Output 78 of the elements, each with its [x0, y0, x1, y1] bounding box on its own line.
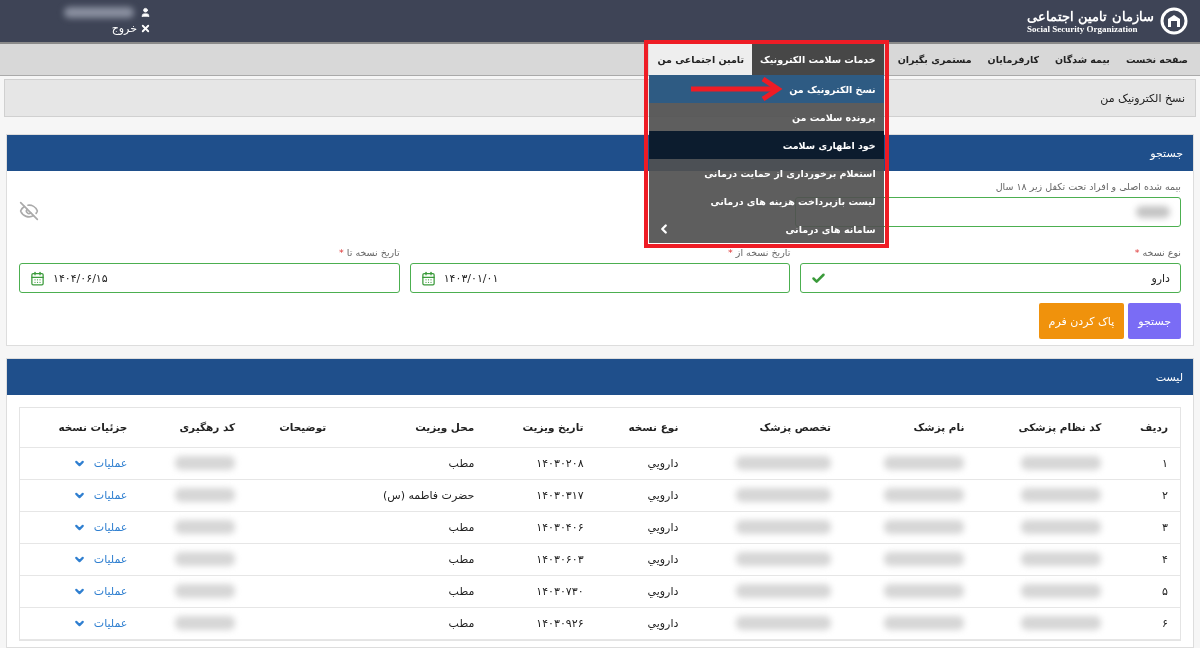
field-label: تاریخ نسخه تا — [346, 247, 400, 258]
table-cell: مطب — [338, 543, 487, 575]
table-cell: ۱۴۰۳۰۳۱۷ — [486, 479, 596, 511]
nav-tab[interactable]: صفحه نخست — [1117, 44, 1196, 75]
operations-link[interactable]: عملیات — [72, 488, 128, 502]
close-icon — [140, 23, 151, 34]
column-header: کد رهگیری — [139, 408, 248, 447]
redacted-mark — [1136, 206, 1170, 218]
table-cell: ۱۴۰۳۰۹۲۶ — [486, 607, 596, 639]
nav-tab[interactable]: کارفرمایان — [979, 44, 1047, 75]
select-field[interactable]: دارو — [800, 263, 1181, 293]
table-cell: ۲ — [1113, 479, 1180, 511]
menu-item[interactable]: لیست بازپرداخت هزینه های درمانی — [649, 187, 884, 215]
field-label: نوع نسخه — [1142, 247, 1181, 258]
required-mark: * — [339, 247, 344, 258]
operations-link[interactable]: عملیات — [72, 456, 128, 470]
table-cell: ۱۴۰۳۰۲۰۸ — [486, 447, 596, 479]
field-label: تاریخ نسخه از — [735, 247, 791, 258]
table-cell: دارويي — [595, 543, 691, 575]
column-header: تاریخ ویزیت — [486, 408, 596, 447]
table-cell: دارويي — [595, 575, 691, 607]
table-cell: دارويي — [595, 447, 691, 479]
logo-title: سازمان تامین اجتماعی — [1026, 8, 1154, 24]
user-icon — [140, 7, 151, 18]
column-header: محل ویزیت — [338, 408, 487, 447]
calendar-icon — [30, 270, 45, 286]
required-mark: * — [728, 247, 733, 258]
table-cell: دارويي — [595, 511, 691, 543]
column-header: نام پزشک — [843, 408, 977, 447]
date-field[interactable]: ۱۴۰۳/۰۱/۰۱ — [409, 263, 791, 293]
menu-item[interactable]: سامانه های درمانی — [649, 215, 884, 243]
table-cell: مطب — [338, 447, 487, 479]
logout-link[interactable]: خروج — [111, 22, 151, 35]
eye-off-icon — [19, 201, 39, 221]
menu-item[interactable]: استعلام برخورداری از حمایت درمانی — [649, 159, 884, 187]
column-header: تخصص پزشک — [690, 408, 843, 447]
logo-icon — [1160, 7, 1188, 35]
operations-link[interactable]: عملیات — [72, 552, 128, 566]
table-cell: ۶ — [1113, 607, 1180, 639]
table-cell: حضرت فاطمه (س) — [338, 479, 487, 511]
table-cell: مطب — [338, 511, 487, 543]
breadcrumb: نسخ الکترونیک من — [1100, 91, 1185, 105]
table-cell: مطب — [338, 607, 487, 639]
table-cell: ۵ — [1113, 575, 1180, 607]
arrow-icon — [689, 77, 785, 101]
table-cell: ۴ — [1113, 543, 1180, 575]
logo-subtitle: Social Security Organization — [1026, 23, 1138, 34]
nav-tab[interactable]: بیمه شدگان — [1047, 44, 1118, 75]
nav-tab[interactable]: مستمری بگیران — [889, 44, 980, 75]
nav-tab[interactable]: تامین اجتماعی من — [649, 44, 752, 75]
table-cell: مطب — [338, 575, 487, 607]
table-cell: دارويي — [595, 607, 691, 639]
table-cell: ۳ — [1113, 511, 1180, 543]
table-cell: ۱۴۰۳۰۶۰۳ — [486, 543, 596, 575]
column-header: توضیحات — [247, 408, 339, 447]
search-button[interactable]: جستجو — [1128, 303, 1181, 339]
operations-link[interactable]: عملیات — [72, 520, 128, 534]
table-cell: دارويي — [595, 479, 691, 511]
menu-item[interactable]: خود اظهاری سلامت — [649, 131, 884, 159]
check-icon — [811, 270, 827, 286]
field-label: بیمه شده اصلی و افراد تحت تکفل زیر ۱۸ سال — [994, 181, 1181, 192]
panel-title: جستجو — [1150, 146, 1183, 160]
menu-item[interactable]: نسخ الکترونیک من — [649, 75, 884, 103]
panel-title: لیست — [1155, 370, 1183, 384]
column-header: نوع نسخه — [595, 408, 691, 447]
operations-link[interactable]: عملیات — [72, 584, 128, 598]
operations-link[interactable]: عملیات — [72, 616, 128, 630]
menu-item[interactable]: پرونده سلامت من — [649, 103, 884, 131]
column-header: ردیف — [1113, 408, 1180, 447]
table-cell: ۱۴۰۳۰۴۰۶ — [486, 511, 596, 543]
nav-tab[interactable]: خدمات سلامت الکترونیک — [752, 44, 884, 75]
calendar-icon — [420, 270, 436, 286]
column-header: کد نظام پزشکی — [976, 408, 1114, 447]
table-cell: ۱۴۰۳۰۷۳۰ — [486, 575, 596, 607]
table-cell: ۱ — [1113, 447, 1180, 479]
column-header: جزئیات نسخه — [20, 408, 140, 447]
date-field[interactable]: ۱۴۰۴/۰۶/۱۵ — [19, 263, 400, 293]
required-mark: * — [1134, 247, 1140, 258]
